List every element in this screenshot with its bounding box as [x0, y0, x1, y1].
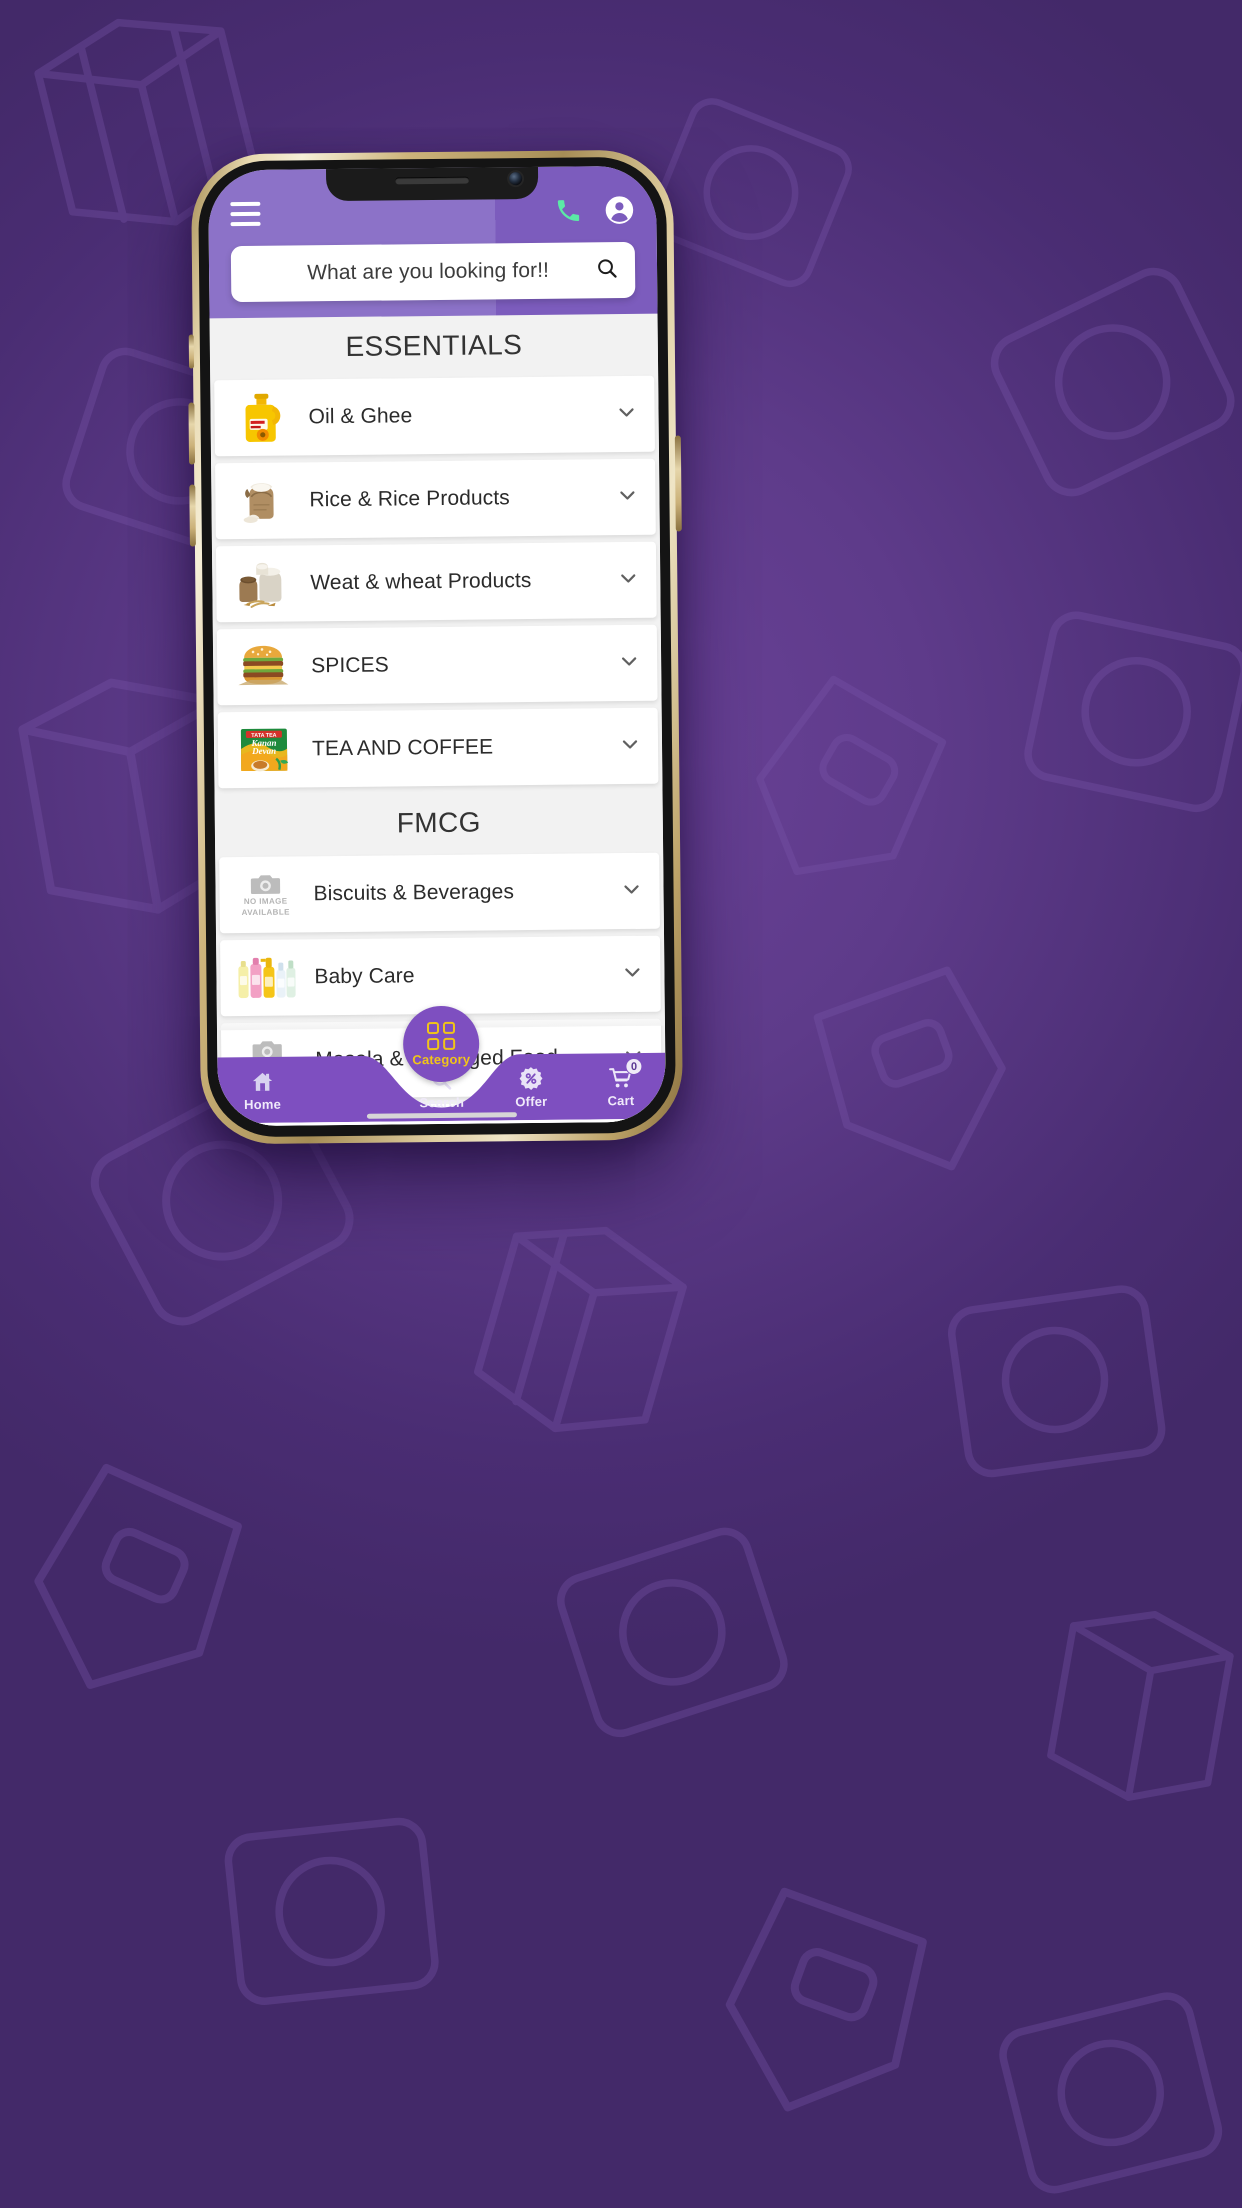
chevron-down-icon[interactable]: [615, 482, 639, 511]
nav-item-category[interactable]: Category: [402, 1005, 480, 1083]
list-item[interactable]: NO IMAGE AVAILABLE Biscuits & Beverages: [219, 852, 660, 934]
kanan-devan-tea-pack-image: TATA TEA Kanan Devan: [232, 719, 297, 780]
home-icon: [249, 1068, 275, 1094]
mute-switch[interactable]: [188, 334, 195, 369]
list-item-label: TEA AND COFFEE: [311, 735, 494, 761]
no-image-placeholder: NO IMAGE AVAILABLE: [233, 864, 298, 925]
phone-call-icon[interactable]: [554, 196, 582, 224]
burger-product-image: [231, 636, 296, 697]
section-header-essentials: ESSENTIALS: [345, 329, 523, 362]
shopping-cart-icon: 0: [608, 1057, 643, 1090]
list-item-label: Biscuits & Beverages: [313, 880, 515, 906]
device-notch: [325, 165, 539, 202]
nav-item-label: Home: [244, 1096, 282, 1113]
phone-device: What are you looking for!! ESSENTIALS Oi…: [188, 149, 684, 1145]
hamburger-menu-icon[interactable]: [230, 201, 261, 227]
volume-up-button[interactable]: [188, 402, 196, 465]
list-item[interactable]: Baby Care: [220, 935, 661, 1017]
chevron-down-icon[interactable]: [618, 731, 642, 760]
svg-text:Devan: Devan: [251, 746, 276, 756]
phone-bezel: What are you looking for!! ESSENTIALS Oi…: [197, 156, 677, 1138]
chevron-down-icon[interactable]: [620, 959, 644, 988]
volume-down-button[interactable]: [189, 484, 196, 547]
cart-count-badge: 0: [625, 1057, 643, 1076]
chevron-down-icon[interactable]: [619, 876, 643, 905]
search-icon[interactable]: [595, 256, 619, 285]
search-input[interactable]: What are you looking for!!: [261, 258, 595, 285]
grid-squares-icon: [426, 1021, 456, 1050]
power-button[interactable]: [674, 435, 682, 532]
chevron-down-icon[interactable]: [614, 399, 638, 428]
no-image-line-1: NO IMAGE: [243, 896, 288, 907]
nav-item-offer[interactable]: Offer: [486, 1065, 576, 1110]
wheat-sacks-product-image: [230, 553, 295, 614]
no-image-line-2: AVAILABLE: [241, 907, 290, 918]
list-item-label: Weat & wheat Products: [310, 569, 532, 595]
nav-item-category-spacer: [307, 1110, 397, 1111]
list-item-label: SPICES: [311, 653, 389, 678]
page-background: What are you looking for!! ESSENTIALS Oi…: [0, 0, 1242, 2208]
discount-badge-icon: [518, 1065, 543, 1091]
nav-item-home[interactable]: Home: [217, 1067, 307, 1112]
nav-item-cart[interactable]: 0 Cart: [576, 1057, 666, 1109]
user-account-icon[interactable]: [604, 195, 634, 225]
category-list[interactable]: ESSENTIALS Oil & Ghee Rice & Rice Produc…: [209, 313, 666, 1127]
app-header: What are you looking for!!: [207, 165, 658, 319]
list-item[interactable]: Rice & Rice Products: [215, 458, 656, 540]
list-item-label: Baby Care: [314, 964, 415, 989]
list-item[interactable]: Oil & Ghee: [214, 375, 655, 457]
phone-screen: What are you looking for!! ESSENTIALS Oi…: [207, 165, 666, 1127]
list-item-label: Oil & Ghee: [308, 404, 413, 429]
chevron-down-icon[interactable]: [616, 565, 640, 594]
nav-item-label: Cart: [607, 1092, 635, 1109]
bottom-navigation-bar: Home Search Offer 0 Cart Category: [217, 1005, 666, 1127]
nav-item-label: Search: [419, 1094, 465, 1111]
list-item[interactable]: Weat & wheat Products: [215, 541, 657, 623]
front-camera-icon: [509, 171, 523, 185]
search-bar[interactable]: What are you looking for!!: [230, 241, 636, 303]
section-header-fmcg: FMCG: [396, 806, 482, 839]
list-item[interactable]: SPICES: [216, 624, 658, 706]
chevron-down-icon[interactable]: [617, 648, 641, 677]
oil-can-product-image: [228, 388, 293, 449]
rice-sack-product-image: [229, 470, 294, 531]
nav-item-label: Category: [412, 1051, 471, 1067]
list-item[interactable]: TATA TEA Kanan Devan TEA AND COFFEE: [217, 707, 659, 789]
baby-bottles-image: [234, 947, 299, 1008]
nav-item-label: Offer: [515, 1093, 548, 1110]
list-item-label: Rice & Rice Products: [309, 486, 510, 512]
